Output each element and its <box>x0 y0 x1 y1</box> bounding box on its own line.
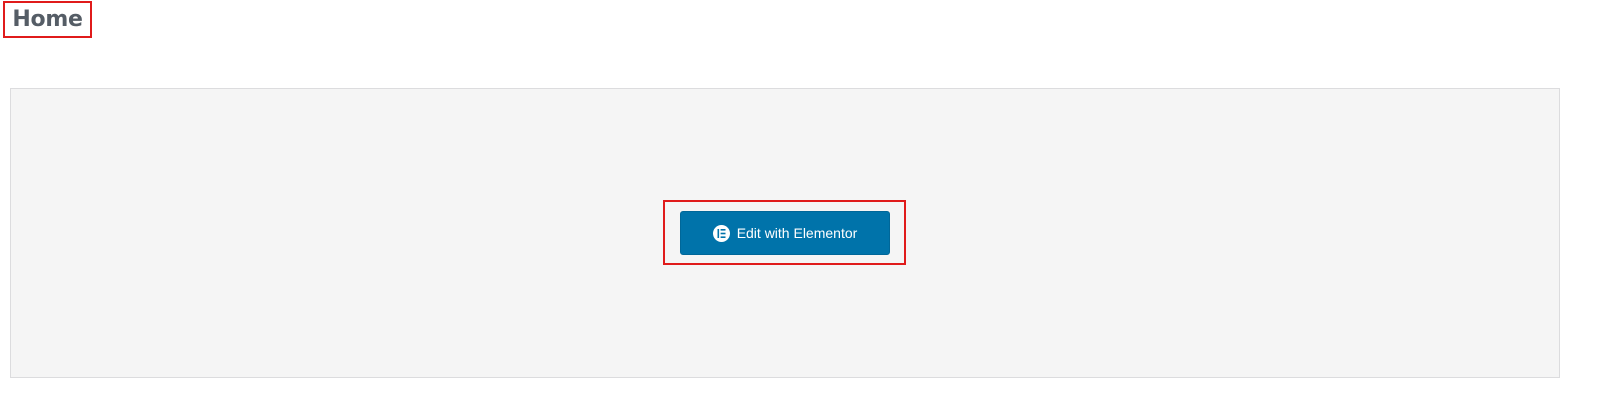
elementor-icon <box>712 224 730 242</box>
edit-with-elementor-button[interactable]: Edit with Elementor <box>680 211 890 255</box>
page-title-highlight: Home <box>3 1 92 38</box>
page: Home Edit with Elementor <box>0 0 1620 401</box>
edit-with-elementor-label: Edit with Elementor <box>736 225 858 241</box>
page-title: Home <box>12 7 83 32</box>
